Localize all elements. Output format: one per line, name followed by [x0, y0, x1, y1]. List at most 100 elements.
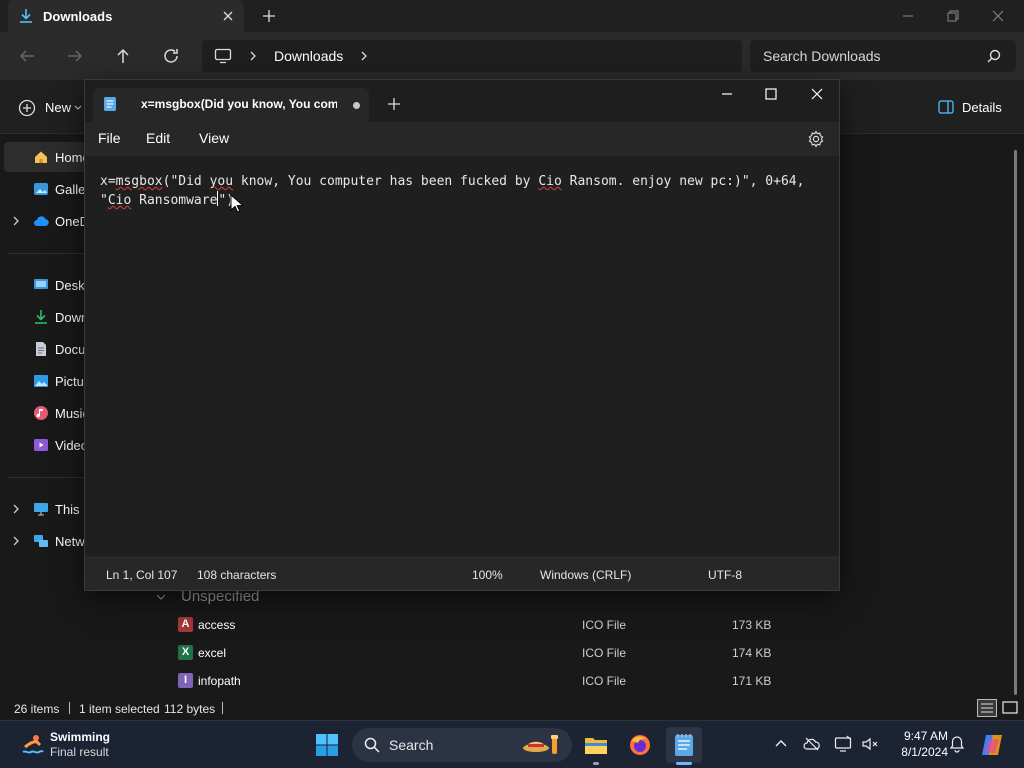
- up-arrow-icon[interactable]: [111, 44, 135, 68]
- new-tab-icon[interactable]: [387, 97, 401, 111]
- onedrive-cloud-icon: [34, 216, 49, 227]
- selected-count: 1 item selected: [79, 702, 160, 716]
- chevron-up-icon[interactable]: [772, 735, 790, 753]
- taskbar-search[interactable]: Search: [352, 728, 572, 762]
- text-segment: ": [100, 193, 108, 208]
- close-tab-icon[interactable]: [219, 7, 237, 25]
- notepad-menu-bar: File Edit View: [85, 122, 839, 156]
- sidebar-item-home[interactable]: Home: [4, 142, 90, 172]
- details-button[interactable]: Details: [938, 98, 1018, 118]
- explorer-tab-title: Downloads: [43, 9, 113, 24]
- search-input[interactable]: Search Downloads: [750, 40, 1016, 72]
- plus-circle-icon: [18, 99, 36, 117]
- computer-icon: [34, 503, 48, 516]
- editor-text[interactable]: x=msgbox("Did you know, You computer has…: [100, 173, 804, 210]
- details-view-icon[interactable]: [977, 699, 997, 717]
- text-editor-area[interactable]: x=msgbox("Did you know, You computer has…: [85, 156, 839, 556]
- menu-file[interactable]: File: [98, 130, 121, 146]
- file-name: access: [198, 618, 236, 632]
- vertical-scrollbar[interactable]: [1014, 150, 1017, 695]
- taskbar-file-explorer[interactable]: [578, 727, 614, 765]
- notification-bell-icon[interactable]: [948, 735, 966, 753]
- minimize-icon[interactable]: [719, 86, 735, 102]
- sidebar-item-music[interactable]: Music: [0, 398, 90, 428]
- selected-size: 112 bytes: [164, 702, 216, 716]
- system-clock[interactable]: 9:47 AM 8/1/2024: [890, 729, 948, 759]
- encoding[interactable]: UTF-8: [708, 568, 742, 582]
- sidebar-item-network[interactable]: Network: [0, 526, 103, 556]
- access-file-icon: A: [178, 617, 193, 632]
- chevron-right-icon: [250, 51, 256, 61]
- sidebar-divider: [8, 253, 88, 254]
- chevron-right-icon[interactable]: [10, 215, 22, 227]
- mouse-cursor-icon: [230, 194, 244, 213]
- zoom-level[interactable]: 100%: [472, 568, 503, 582]
- explorer-tab-downloads[interactable]: Downloads: [8, 0, 244, 32]
- maximize-icon[interactable]: [763, 86, 779, 102]
- forward-arrow-icon[interactable]: [63, 44, 87, 68]
- address-bar[interactable]: Downloads: [202, 40, 742, 72]
- back-arrow-icon[interactable]: [15, 44, 39, 68]
- chevron-down-icon[interactable]: [156, 592, 166, 602]
- sidebar-item-onedrive[interactable]: OneDrive: [0, 206, 110, 236]
- infopath-file-icon: I: [178, 673, 193, 688]
- speaker-muted-icon[interactable]: [861, 735, 879, 753]
- close-window-icon[interactable]: [809, 86, 825, 102]
- details-pane-icon: [938, 100, 954, 114]
- explorer-nav-bar: Downloads Search Downloads: [0, 32, 1024, 80]
- details-button-label: Details: [962, 100, 1002, 115]
- notepad-title-bar[interactable]: x=msgbox(Did you know, You com: [85, 80, 839, 122]
- display-icon[interactable]: [834, 735, 852, 753]
- active-indicator: [676, 762, 692, 765]
- sidebar-divider: [8, 477, 88, 478]
- gear-icon[interactable]: [807, 130, 825, 148]
- sidebar-item-desktop[interactable]: Desktop: [0, 270, 103, 300]
- taskbar-notepad[interactable]: [666, 727, 702, 765]
- status-separator: [69, 702, 70, 714]
- text-segment: x=: [100, 174, 116, 189]
- chevron-right-icon[interactable]: [10, 535, 22, 547]
- menu-edit[interactable]: Edit: [146, 130, 170, 146]
- taskbar-search-label: Search: [389, 737, 434, 753]
- taskbar-firefox[interactable]: [622, 727, 658, 763]
- file-size: 174 KB: [732, 646, 772, 660]
- restore-icon[interactable]: [943, 6, 963, 26]
- notepad-tab[interactable]: x=msgbox(Did you know, You com: [93, 88, 369, 122]
- refresh-icon[interactable]: [159, 44, 183, 68]
- windows-start-icon[interactable]: [315, 733, 339, 757]
- sidebar-item-gallery[interactable]: Gallery: [0, 174, 96, 204]
- tiles-view-icon[interactable]: [1001, 699, 1019, 717]
- download-icon: [35, 310, 47, 324]
- spellcheck-word: Cio: [538, 174, 562, 189]
- text-segment: Ransomware: [131, 193, 218, 208]
- file-row[interactable]: I infopath ICO File 171 KB: [170, 667, 790, 695]
- line-ending[interactable]: Windows (CRLF): [540, 568, 631, 582]
- notepad-app-icon: [675, 734, 693, 756]
- unsaved-indicator[interactable]: [353, 102, 360, 109]
- sidebar-item-videos[interactable]: Videos: [0, 430, 95, 460]
- menu-view[interactable]: View: [199, 130, 229, 146]
- close-window-icon[interactable]: [988, 6, 1008, 26]
- onedrive-offline-icon[interactable]: [803, 735, 821, 753]
- gallery-icon: [34, 183, 48, 195]
- search-icon: [987, 49, 1001, 63]
- explorer-tab-bar: Downloads: [0, 0, 1024, 32]
- file-row[interactable]: A access ICO File 173 KB: [170, 611, 790, 639]
- chevron-right-icon[interactable]: [10, 503, 22, 515]
- file-row[interactable]: X excel ICO File 174 KB: [170, 639, 790, 667]
- breadcrumb-downloads[interactable]: Downloads: [274, 48, 343, 64]
- minimize-icon[interactable]: [898, 6, 918, 26]
- copilot-icon[interactable]: [980, 733, 1006, 757]
- search-highlight-icon: [523, 735, 558, 754]
- sidebar-item-documents[interactable]: Documents: [0, 334, 121, 364]
- spellcheck-word: Cio: [107, 193, 132, 208]
- sidebar-item-pictures[interactable]: Pictures: [0, 366, 102, 396]
- clock-date: 8/1/2024: [901, 745, 948, 759]
- chevron-right-icon[interactable]: [359, 51, 369, 61]
- sidebar-item-downloads[interactable]: Downloads: [0, 302, 119, 332]
- item-count: 26 items: [14, 702, 60, 716]
- running-indicator: [593, 762, 599, 765]
- weather-widget[interactable]: Swimming Final result: [18, 727, 138, 763]
- new-tab-icon[interactable]: [260, 7, 278, 25]
- sidebar-item-this-pc[interactable]: This PC: [0, 494, 101, 524]
